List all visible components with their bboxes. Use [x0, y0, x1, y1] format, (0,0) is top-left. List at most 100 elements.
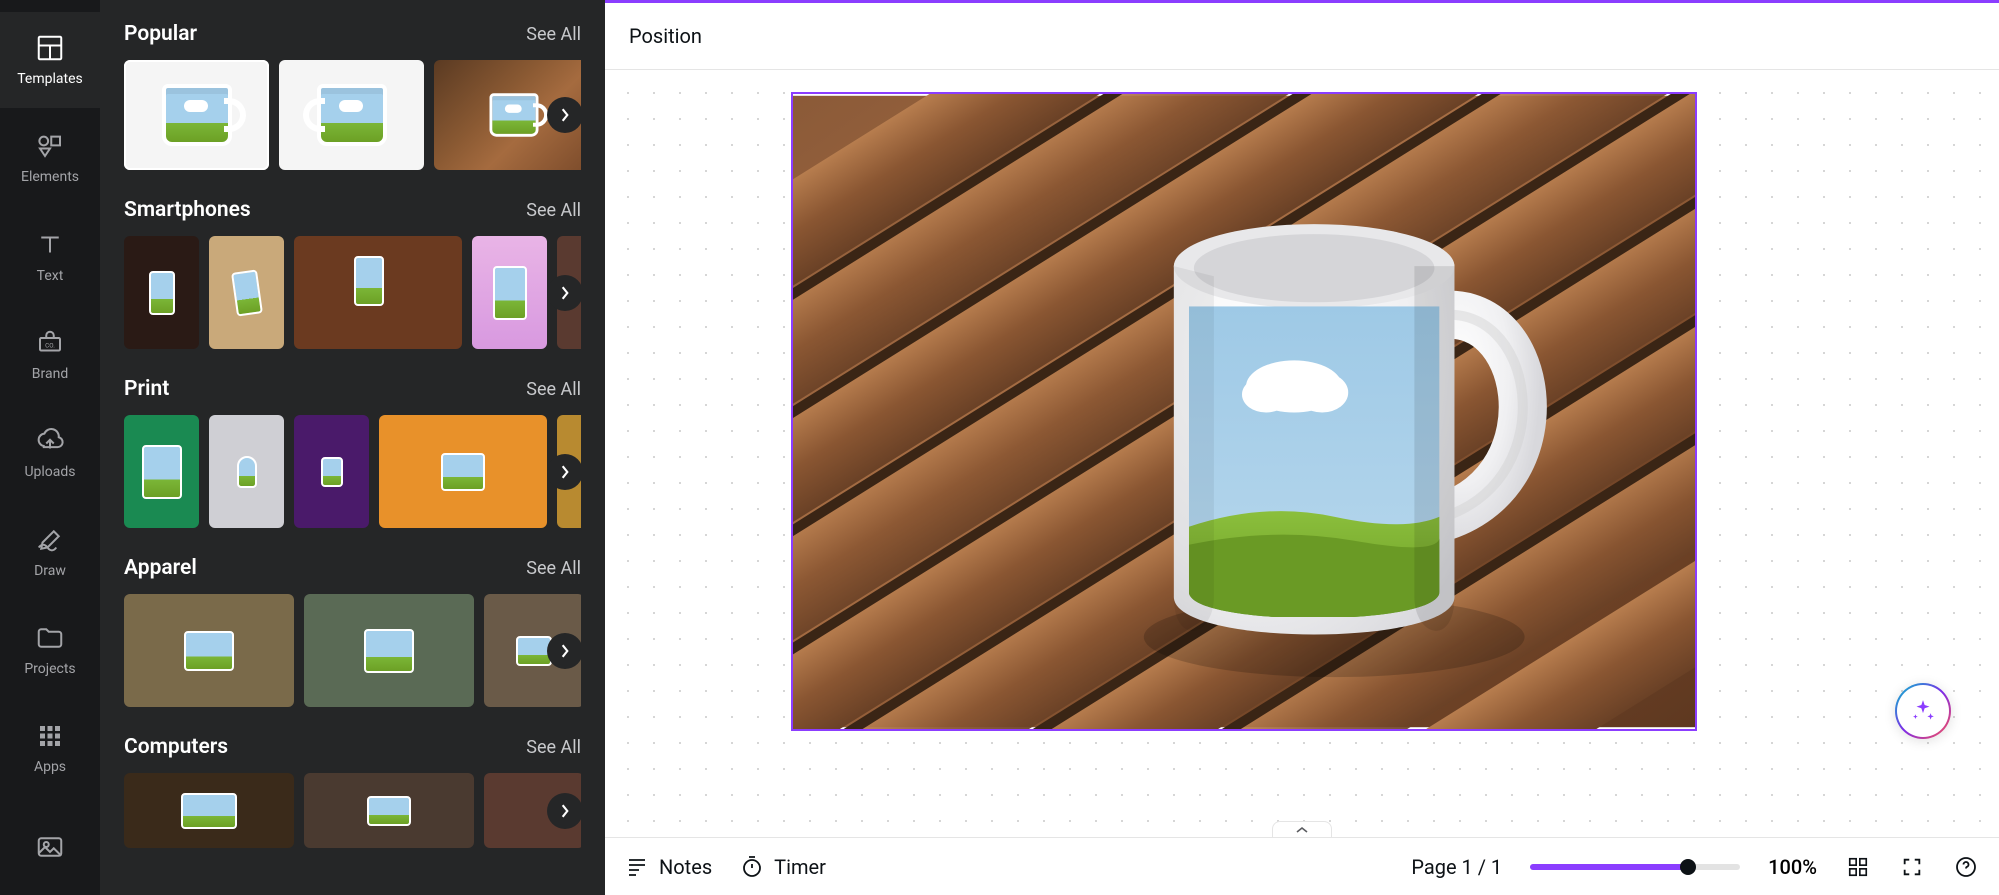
section-header-print: Print See All — [124, 377, 581, 401]
see-all-link[interactable]: See All — [526, 737, 581, 758]
popular-thumbs — [124, 60, 581, 170]
template-thumb[interactable] — [279, 60, 424, 170]
chevron-right-icon — [560, 465, 570, 479]
carousel-next-button[interactable] — [547, 793, 581, 829]
rail-label: Draw — [34, 563, 66, 579]
rail-label: Projects — [24, 661, 75, 677]
template-thumb[interactable] — [304, 773, 474, 848]
rail-text[interactable]: Text — [0, 209, 100, 305]
print-thumbs — [124, 415, 581, 528]
help-icon — [1954, 855, 1978, 879]
canvas-stage[interactable] — [605, 70, 1999, 837]
section-header-smartphones: Smartphones See All — [124, 198, 581, 222]
timer-icon — [740, 855, 764, 879]
section-title: Popular — [124, 22, 197, 46]
grid-icon — [1847, 856, 1869, 878]
templates-icon — [35, 33, 65, 63]
page-indicator[interactable]: Page 1 / 1 — [1411, 855, 1502, 879]
template-thumb[interactable] — [304, 594, 474, 707]
timer-button[interactable]: Timer — [740, 855, 826, 879]
canvas-area: Position — [605, 0, 1999, 895]
templates-panel: Popular See All Smartphones See All Prin… — [100, 0, 605, 895]
section-title: Apparel — [124, 556, 197, 580]
section-title: Print — [124, 377, 169, 401]
help-button[interactable] — [1953, 854, 1979, 880]
rail-label: Text — [37, 268, 64, 284]
fullscreen-icon — [1901, 856, 1923, 878]
photo-icon — [35, 832, 65, 862]
artboard[interactable] — [793, 94, 1695, 729]
template-thumb[interactable] — [124, 415, 199, 528]
elements-icon — [35, 131, 65, 161]
rail-label: Templates — [17, 71, 83, 87]
rail-label: Elements — [21, 169, 79, 185]
carousel-next-button[interactable] — [547, 633, 581, 669]
rail-brand[interactable]: CO. Brand — [0, 307, 100, 403]
template-thumb[interactable] — [209, 236, 284, 349]
rail-photos[interactable] — [0, 799, 100, 895]
section-header-apparel: Apparel See All — [124, 556, 581, 580]
template-thumb[interactable] — [124, 236, 199, 349]
apps-icon — [35, 721, 65, 751]
rail-projects[interactable]: Projects — [0, 602, 100, 698]
rail-label: Brand — [32, 366, 68, 382]
zoom-slider[interactable] — [1530, 864, 1740, 870]
notes-button[interactable]: Notes — [625, 855, 712, 879]
chevron-right-icon — [560, 108, 570, 122]
template-thumb[interactable] — [124, 773, 294, 848]
svg-text:CO.: CO. — [45, 342, 55, 350]
computers-thumbs — [124, 773, 581, 848]
mug-mockup-image — [793, 94, 1695, 729]
zoom-slider-fill — [1530, 864, 1688, 870]
page-tray-toggle[interactable] — [1272, 821, 1332, 837]
rail-templates[interactable]: Templates — [0, 12, 100, 108]
zoom-value[interactable]: 100% — [1768, 855, 1817, 879]
rail-apps[interactable]: Apps — [0, 700, 100, 796]
timer-label: Timer — [774, 855, 826, 879]
magic-assist-button[interactable] — [1895, 683, 1951, 739]
template-thumb[interactable] — [124, 594, 294, 707]
chevron-right-icon — [560, 644, 570, 658]
rail-elements[interactable]: Elements — [0, 110, 100, 206]
notes-icon — [625, 855, 649, 879]
template-thumb[interactable] — [209, 415, 284, 528]
text-icon — [35, 230, 65, 260]
notes-label: Notes — [659, 855, 712, 879]
rail-label: Uploads — [24, 464, 75, 480]
template-thumb[interactable] — [294, 415, 369, 528]
template-thumb[interactable] — [472, 236, 547, 349]
apparel-thumbs — [124, 594, 581, 707]
chevron-right-icon — [560, 286, 570, 300]
section-header-computers: Computers See All — [124, 735, 581, 759]
rail-uploads[interactable]: Uploads — [0, 405, 100, 501]
section-title: Computers — [124, 735, 228, 759]
grid-view-button[interactable] — [1845, 854, 1871, 880]
chevron-up-icon — [1295, 826, 1309, 834]
see-all-link[interactable]: See All — [526, 200, 581, 221]
position-button[interactable]: Position — [629, 24, 702, 48]
section-title: Smartphones — [124, 198, 251, 222]
zoom-slider-thumb[interactable] — [1680, 859, 1696, 875]
see-all-link[interactable]: See All — [526, 24, 581, 45]
rail-label: Apps — [34, 759, 66, 775]
projects-icon — [35, 623, 65, 653]
carousel-next-button[interactable] — [547, 97, 581, 133]
editor-topbar: Position — [605, 0, 1999, 70]
bottom-bar: Notes Timer Page 1 / 1 100% — [605, 837, 1999, 895]
carousel-next-button[interactable] — [547, 454, 581, 490]
smartphones-thumbs — [124, 236, 581, 349]
nav-rail: Templates Elements Text CO. Brand Upload… — [0, 0, 100, 895]
template-thumb[interactable] — [294, 236, 462, 349]
see-all-link[interactable]: See All — [526, 558, 581, 579]
template-thumb[interactable] — [379, 415, 547, 528]
see-all-link[interactable]: See All — [526, 379, 581, 400]
brand-icon: CO. — [35, 328, 65, 358]
draw-icon — [35, 525, 65, 555]
section-header-popular: Popular See All — [124, 22, 581, 46]
uploads-icon — [35, 426, 65, 456]
fullscreen-button[interactable] — [1899, 854, 1925, 880]
template-thumb[interactable] — [124, 60, 269, 170]
carousel-next-button[interactable] — [547, 275, 581, 311]
rail-draw[interactable]: Draw — [0, 504, 100, 600]
sparkle-icon — [1910, 698, 1936, 724]
